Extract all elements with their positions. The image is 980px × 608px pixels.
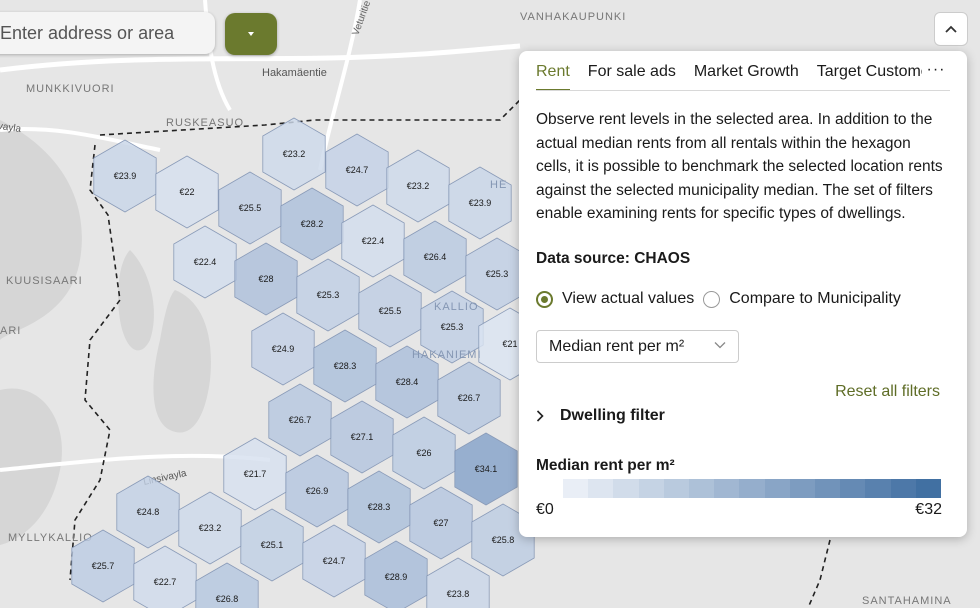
hexagon-value-label: €21	[502, 339, 517, 349]
tab-market-growth[interactable]: Market Growth	[685, 63, 808, 90]
caret-down-icon	[248, 32, 254, 36]
hexagon-value-label: €28.9	[385, 572, 408, 582]
legend-swatch	[663, 479, 690, 498]
hexagon-value-label: €24.9	[272, 344, 295, 354]
legend-swatch	[815, 479, 841, 498]
legend-swatch	[789, 479, 816, 498]
hexagon-value-label: €26.8	[216, 594, 239, 604]
map-label-santahamina: SANTAHAMINA	[862, 595, 952, 607]
hexagon-value-label: €24.7	[346, 165, 369, 175]
hexagon-value-label: €24.8	[137, 507, 160, 517]
map-label-ruskeasuo: RUSKEASUO	[166, 117, 244, 129]
hexagon-value-label: €23.8	[447, 589, 470, 599]
legend-swatch	[714, 479, 740, 498]
legend-swatch	[840, 479, 866, 498]
hexagon-value-label: €26.4	[424, 252, 447, 262]
legend-max-value: €32	[915, 501, 942, 518]
map-label-he: HE	[490, 179, 507, 191]
legend-swatch	[613, 479, 639, 498]
hexagon-value-label: €25.5	[239, 203, 262, 213]
hexagon-value-label: €23.2	[407, 181, 430, 191]
hexagon-value-label: €22	[179, 187, 194, 197]
hexagon-value-label: €26.7	[458, 393, 481, 403]
map-label-hakaniemi: HAKANIEMI	[412, 349, 482, 361]
hexagon-value-label: €34.1	[475, 464, 498, 474]
hexagon-value-label: €21.7	[244, 469, 267, 479]
radio-compare-label: Compare to Municipality	[729, 290, 901, 307]
legend-swatch	[764, 479, 790, 498]
metric-select[interactable]: Median rent per m²	[536, 330, 739, 363]
map-label-hakamaentie: Hakamäentie	[262, 67, 327, 79]
panel-tabs: Rent For sale ads Market Growth Target C…	[536, 51, 950, 91]
hexagon-value-label: €23.2	[199, 523, 222, 533]
legend-swatch	[588, 479, 614, 498]
reset-filters-link[interactable]: Reset all filters	[835, 383, 940, 401]
map-label-kallio: KALLIO	[434, 301, 479, 313]
legend-title: Median rent per m²	[536, 457, 675, 474]
dwelling-filter-toggle[interactable]: Dwelling filter	[536, 407, 665, 425]
legend-swatch	[865, 479, 891, 498]
legend-color-scale	[563, 479, 942, 498]
dwelling-filter-label: Dwelling filter	[560, 407, 665, 424]
map-label-kuusisaari: KUUSISAARI	[6, 275, 83, 287]
search-input[interactable]	[0, 22, 215, 44]
more-tabs-button[interactable]: ···	[922, 61, 950, 85]
hexagon-value-label: €27	[433, 518, 448, 528]
hexagon-value-label: €27.1	[351, 432, 374, 442]
chevron-right-icon	[536, 410, 544, 422]
collapse-panel-button[interactable]	[934, 12, 968, 46]
tab-for-sale-ads[interactable]: For sale ads	[579, 63, 685, 90]
search-box[interactable]	[0, 12, 215, 54]
hexagon-value-label: €26	[416, 448, 431, 458]
map-label-vanhakaupunki: VANHAKAUPUNKI	[520, 11, 626, 23]
hexagon-value-label: €28.3	[368, 502, 391, 512]
hexagon-value-label: €25.3	[441, 322, 464, 332]
search-dropdown-button[interactable]	[225, 13, 277, 55]
hexagon-value-label: €26.7	[289, 415, 312, 425]
hexagon-value-label: €25.8	[492, 535, 515, 545]
tab-rent[interactable]: Rent	[536, 63, 579, 90]
hexagon-value-label: €25.1	[261, 540, 284, 550]
hexagon-value-label: €28.3	[334, 361, 357, 371]
metric-select-value: Median rent per m²	[549, 337, 685, 355]
hexagon-value-label: €23.2	[283, 149, 306, 159]
chevron-down-icon	[714, 342, 726, 349]
hexagon-value-label: €26.9	[306, 486, 329, 496]
hexagon-value-label: €25.5	[379, 306, 402, 316]
hexagon-value-label: €25.3	[317, 290, 340, 300]
hexagon-value-label: €22.7	[154, 577, 177, 587]
legend-swatch	[739, 479, 765, 498]
legend-swatch	[689, 479, 715, 498]
legend-swatch	[563, 479, 589, 498]
hexagon-value-label: €23.9	[114, 171, 137, 181]
hexagon-value-label: €28	[258, 274, 273, 284]
map-label-munkkivuori: MUNKKIVUORI	[26, 83, 115, 95]
hexagon-value-label: €24.7	[323, 556, 346, 566]
radio-view-actual[interactable]: View actual values	[536, 290, 694, 308]
hexagon-value-label: €22.4	[362, 236, 385, 246]
hexagon-value-label: €22.4	[194, 257, 217, 267]
rent-info-panel: Rent For sale ads Market Growth Target C…	[519, 51, 967, 537]
hexagon-value-label: €23.9	[469, 198, 492, 208]
radio-checked-icon[interactable]	[536, 290, 553, 308]
data-source: Data source: CHAOS	[536, 250, 691, 267]
radio-compare-municipality[interactable]: Compare to Municipality	[703, 290, 901, 308]
chevron-up-icon	[945, 25, 957, 33]
legend-min-value: €0	[536, 501, 554, 518]
legend-swatch	[890, 479, 916, 498]
map-label-ari: ARI	[0, 325, 21, 337]
radio-view-actual-label: View actual values	[562, 290, 695, 307]
legend-swatch	[638, 479, 664, 498]
map-label-myllykallio: MYLLYKALLIO	[8, 532, 93, 544]
hexagon-value-label: €25.7	[92, 561, 115, 571]
hexagon-value-label: €25.3	[486, 269, 509, 279]
view-mode-radio-group: View actual values Compare to Municipali…	[536, 290, 910, 308]
hexagon-value-label: €28.2	[301, 219, 324, 229]
radio-unchecked-icon[interactable]	[703, 290, 721, 308]
hexagon-value-label: €28.4	[396, 377, 419, 387]
legend-swatch	[915, 479, 942, 498]
rent-description: Observe rent levels in the selected area…	[536, 111, 943, 223]
